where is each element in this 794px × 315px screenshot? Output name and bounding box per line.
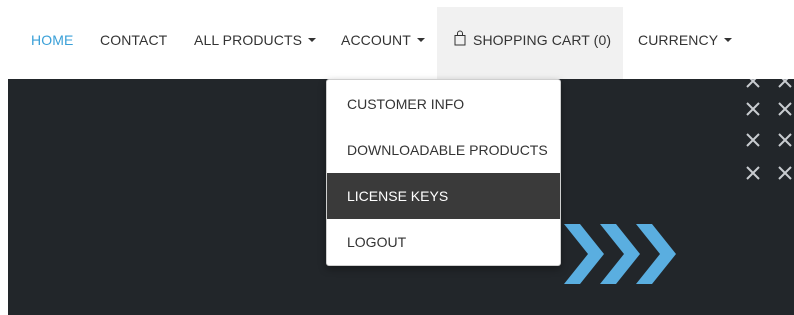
nav-contact-link[interactable]: CONTACT: [100, 0, 167, 79]
nav-account-dropdown[interactable]: ACCOUNT: [341, 0, 425, 79]
nav-account-label: ACCOUNT: [341, 31, 411, 48]
nav-all-products-dropdown[interactable]: ALL PRODUCTS: [194, 0, 317, 79]
menu-item-logout[interactable]: LOGOUT: [327, 219, 560, 265]
shopping-bag-icon: [454, 30, 466, 45]
caret-down-icon: [724, 37, 733, 42]
nav-currency-label: CURRENCY: [638, 31, 719, 48]
x-mark-icon: [746, 102, 760, 116]
nav-currency-dropdown[interactable]: CURRENCY: [638, 0, 733, 79]
nav-shopping-cart-link[interactable]: SHOPPING CART (0): [454, 0, 611, 79]
nav-contact-label: CONTACT: [100, 31, 168, 48]
menu-item-label: LOGOUT: [347, 234, 407, 250]
nav-home-link[interactable]: HOME: [31, 0, 73, 79]
x-mark-icon: [746, 79, 760, 88]
menu-item-license-keys[interactable]: LICENSE KEYS: [327, 173, 560, 219]
x-mark-icon: [778, 133, 792, 147]
account-dropdown-menu: CUSTOMER INFO DOWNLOADABLE PRODUCTS LICE…: [326, 79, 561, 266]
menu-item-label: CUSTOMER INFO: [347, 96, 465, 112]
x-mark-icon: [778, 102, 792, 116]
chevrons-right-icon: [564, 224, 676, 284]
x-mark-icon: [778, 79, 792, 88]
main-navbar: HOME CONTACT ALL PRODUCTS ACCOUNT SHOPPI…: [0, 0, 794, 79]
caret-down-icon: [308, 37, 317, 42]
x-mark-icon: [746, 133, 760, 147]
caret-down-icon: [416, 37, 425, 42]
menu-item-downloadable-products[interactable]: DOWNLOADABLE PRODUCTS: [327, 127, 560, 173]
menu-item-customer-info[interactable]: CUSTOMER INFO: [327, 81, 560, 127]
nav-shopping-cart-label: SHOPPING CART (0): [473, 31, 612, 48]
x-mark-icon: [746, 166, 760, 180]
x-mark-icon: [778, 166, 792, 180]
menu-item-label: DOWNLOADABLE PRODUCTS: [347, 142, 548, 158]
nav-home-label: HOME: [31, 31, 74, 48]
menu-item-label: LICENSE KEYS: [347, 188, 449, 204]
nav-all-products-label: ALL PRODUCTS: [194, 31, 303, 48]
